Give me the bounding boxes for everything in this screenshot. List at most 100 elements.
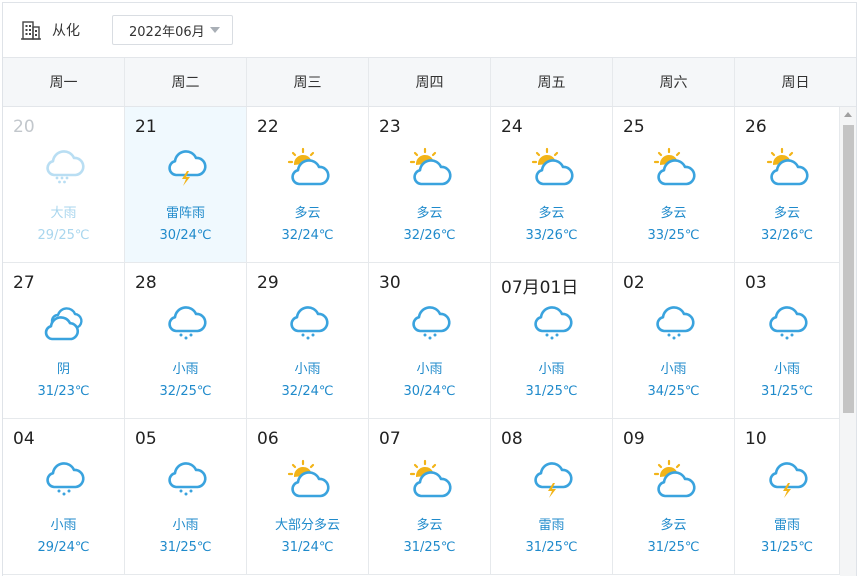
calendar-day-cell[interactable]: 21 雷阵雨 30/24℃ [125, 107, 247, 262]
day-temperature: 32/24℃ [281, 228, 334, 243]
calendar-day-cell[interactable]: 06 大部分多云 31/24℃ [247, 419, 369, 574]
calendar-day-cell[interactable]: 02 小雨 34/25℃ [613, 263, 735, 418]
day-date: 06 [257, 429, 279, 449]
day-temperature: 30/24℃ [159, 228, 212, 243]
day-date: 05 [135, 429, 157, 449]
day-temperature: 32/25℃ [159, 384, 212, 399]
calendar-day-cell[interactable]: 22 多云 32/24℃ [247, 107, 369, 262]
calendar-day-cell[interactable]: 07月01日小雨 31/25℃ [491, 263, 613, 418]
calendar-day-cell[interactable]: 08 雷雨 31/25℃ [491, 419, 613, 574]
calendar-day-cell[interactable]: 25 多云 33/25℃ [613, 107, 735, 262]
vertical-scrollbar[interactable] [840, 107, 856, 576]
partly-cloudy-icon [409, 459, 452, 498]
day-weather: 多云 [773, 206, 800, 221]
day-date: 24 [501, 117, 523, 137]
day-weather: 小雨 [172, 362, 199, 377]
day-weather: 多云 [538, 206, 565, 221]
scrollbar-thumb[interactable] [843, 125, 854, 413]
day-date: 10 [745, 429, 767, 449]
calendar-day-cell[interactable]: 03 小雨 31/25℃ [735, 263, 840, 418]
scroll-up-arrow-icon[interactable] [844, 112, 852, 117]
day-date: 30 [379, 273, 401, 293]
weekday-header: 周一 周二 周三 周四 周五 周六 周日 [3, 58, 856, 107]
day-weather: 雷雨 [773, 518, 800, 533]
chevron-down-icon [210, 27, 220, 33]
light-rain-icon [289, 306, 329, 340]
day-date: 25 [623, 117, 645, 137]
day-temperature: 31/25℃ [525, 384, 578, 399]
light-rain-icon [655, 306, 695, 340]
calendar-day-cell[interactable]: 27 阴 31/23℃ [3, 263, 125, 418]
calendar-day-cell[interactable]: 09 多云 31/25℃ [613, 419, 735, 574]
day-temperature: 33/26℃ [525, 228, 578, 243]
day-temperature: 31/24℃ [281, 540, 334, 555]
day-date: 23 [379, 117, 401, 137]
day-weather: 小雨 [294, 362, 321, 377]
thunderstorm-icon [167, 150, 207, 186]
day-date: 22 [257, 117, 279, 137]
day-weather: 多云 [294, 206, 321, 221]
day-temperature: 32/26℃ [760, 228, 814, 243]
day-date: 08 [501, 429, 523, 449]
day-temperature: 32/26℃ [403, 228, 456, 243]
calendar-day-cell[interactable]: 29 小雨 32/24℃ [247, 263, 369, 418]
partly-cloudy-icon [531, 147, 574, 186]
day-date: 07月01日 [501, 278, 579, 298]
day-date: 21 [135, 117, 157, 137]
light-rain-icon [533, 306, 573, 340]
calendar-day-cell[interactable]: 26 多云 32/26℃ [735, 107, 840, 262]
calendar-day-cell[interactable]: 23 多云 32/26℃ [369, 107, 491, 262]
weather-calendar: 从化 2022年06月 周一 周二 周三 周四 周五 周六 周日 20 大雨 29/… [2, 2, 857, 576]
overcast-icon [44, 307, 83, 341]
calendar-week-row: 20 大雨 29/25℃ 21 雷阵雨 30/24℃ 22 多云 32/24℃ 23 多云 32/26… [3, 107, 856, 263]
day-weather: 大部分多云 [274, 518, 340, 533]
day-date: 28 [135, 273, 157, 293]
day-date: 26 [745, 117, 767, 137]
light-rain-icon [167, 306, 207, 340]
heavy-rain-icon [45, 150, 85, 184]
day-weather: 小雨 [172, 518, 199, 533]
weekday-label: 周一 [3, 58, 125, 106]
day-date: 20 [13, 117, 35, 137]
weekday-label: 周四 [369, 58, 491, 106]
calendar-day-cell[interactable]: 07 多云 31/25℃ [369, 419, 491, 574]
calendar-day-cell[interactable]: 10 雷雨 31/25℃ [735, 419, 840, 574]
day-temperature: 34/25℃ [647, 384, 700, 399]
weekday-label: 周五 [491, 58, 613, 106]
day-temperature: 31/23℃ [37, 384, 90, 399]
light-rain-icon [45, 462, 85, 496]
calendar-week-row: 04 小雨 29/24℃ 05 小雨 31/25℃ 06 大部分多云 31/24℃ 07 多云 31/… [3, 419, 856, 575]
light-rain-icon [769, 306, 808, 340]
day-date: 04 [13, 429, 35, 449]
building-icon [21, 21, 41, 40]
day-temperature: 31/25℃ [760, 540, 814, 555]
calendar-day-cell[interactable]: 20 大雨 29/25℃ [3, 107, 125, 262]
partly-cloudy-icon [287, 147, 330, 186]
day-temperature: 31/25℃ [403, 540, 456, 555]
calendar-day-cell[interactable]: 04 小雨 29/24℃ [3, 419, 125, 574]
light-rain-icon [411, 306, 451, 340]
weekday-label: 周日 [781, 75, 810, 91]
day-weather: 多云 [660, 518, 687, 533]
partly-cloudy-icon [409, 147, 452, 186]
calendar-week-row: 27 阴 31/23℃ 28 小雨 32/25℃ 29 小雨 32/24℃ 30 小雨 30/24℃ 0… [3, 263, 856, 419]
calendar-day-cell[interactable]: 28 小雨 32/25℃ [125, 263, 247, 418]
day-weather: 小雨 [538, 362, 565, 377]
day-weather: 小雨 [660, 362, 687, 377]
calendar-day-cell[interactable]: 24 多云 33/26℃ [491, 107, 613, 262]
weekday-label: 周二 [125, 58, 247, 106]
month-dropdown[interactable]: 2022年06月 [112, 15, 233, 45]
day-date: 02 [623, 273, 645, 293]
day-temperature: 31/25℃ [525, 540, 578, 555]
weekday-label: 周六 [613, 58, 735, 106]
calendar-day-cell[interactable]: 05 小雨 31/25℃ [125, 419, 247, 574]
day-temperature: 29/25℃ [37, 228, 90, 243]
day-date: 27 [13, 273, 35, 293]
partly-cloudy-icon [653, 147, 696, 186]
day-temperature: 31/25℃ [760, 384, 814, 399]
day-weather: 雷阵雨 [165, 206, 205, 221]
day-weather: 多云 [660, 206, 687, 221]
day-temperature: 33/25℃ [647, 228, 700, 243]
day-temperature: 32/24℃ [281, 384, 334, 399]
calendar-day-cell[interactable]: 30 小雨 30/24℃ [369, 263, 491, 418]
